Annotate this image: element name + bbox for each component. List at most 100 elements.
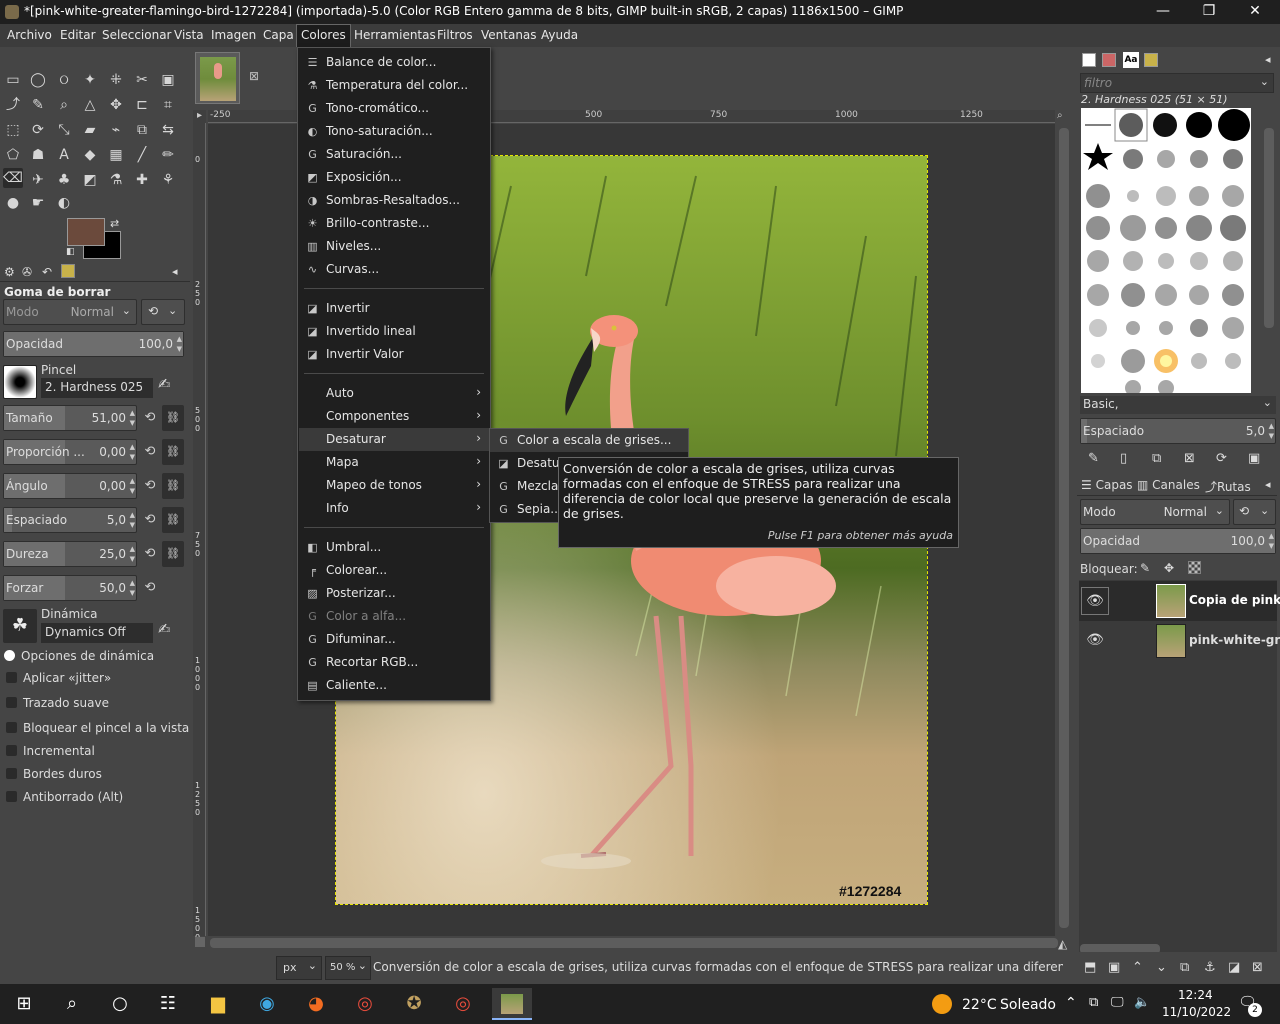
- brush-tag-field[interactable]: Basic, ⌄: [1080, 396, 1276, 414]
- tray-chevron-up-icon[interactable]: ⌃: [1065, 995, 1077, 1011]
- brush-scrollbar[interactable]: [1264, 128, 1274, 328]
- zoom-tool-icon[interactable]: ⌕: [54, 95, 74, 115]
- weather-text[interactable]: Soleado: [1000, 997, 1056, 1013]
- lock-pixels-icon[interactable]: ✎: [1140, 561, 1150, 575]
- hard-edges-checkbox[interactable]: Bordes duros: [6, 767, 102, 781]
- size-reset-icon[interactable]: ⟲: [140, 405, 160, 431]
- spin-arrows-icon[interactable]: ▲ ▼: [177, 334, 182, 354]
- image-tab-thumbnail[interactable]: [195, 52, 240, 104]
- perspective-tool-icon[interactable]: ⧉: [132, 120, 152, 140]
- angle-slider[interactable]: Ángulo 0,00 ▲ ▼: [3, 473, 137, 499]
- spin-arrows-icon[interactable]: ▲ ▼: [130, 510, 135, 530]
- brush-grid[interactable]: [1081, 108, 1251, 396]
- menu-herramientas[interactable]: Herramientas: [350, 27, 440, 45]
- default-colors-icon[interactable]: ◧: [66, 247, 75, 257]
- flip-tool-icon[interactable]: ⇆: [158, 120, 178, 140]
- gimp-taskbar-icon[interactable]: ✪: [394, 988, 434, 1020]
- hardness-slider[interactable]: Dureza 25,0 ▲ ▼: [3, 541, 137, 567]
- unified-transform-tool-icon[interactable]: ⬚: [3, 120, 23, 140]
- spacing-reset-icon[interactable]: ⟲: [140, 507, 160, 533]
- tab-capas[interactable]: ☰ Capas: [1081, 478, 1133, 492]
- dodge-burn-tool-icon[interactable]: ◐: [54, 193, 74, 213]
- tray-app-icon[interactable]: ⧉: [1089, 995, 1098, 1010]
- ratio-reset-icon[interactable]: ⟲: [140, 439, 160, 465]
- clock-date[interactable]: 11/10/2022: [1162, 1005, 1231, 1019]
- lock-alpha-icon[interactable]: [1188, 561, 1201, 574]
- menu-ayuda[interactable]: Ayuda: [537, 27, 582, 45]
- menu-item-caliente[interactable]: ▤ Caliente...: [299, 674, 489, 697]
- shear-tool-icon[interactable]: ▰: [80, 120, 100, 140]
- angle-link-icon[interactable]: ⛓: [162, 473, 184, 499]
- zoom-select[interactable]: 50 % ⌄: [325, 956, 371, 980]
- force-reset-icon[interactable]: ⟲: [140, 575, 160, 601]
- eraser-tool-icon[interactable]: ⌫: [3, 168, 23, 188]
- warp-tool-icon[interactable]: ⌁: [106, 120, 126, 140]
- menu-item-colorear[interactable]: ╒ Colorear...: [299, 559, 489, 582]
- menu-item-posterizar[interactable]: ▨ Posterizar...: [299, 582, 489, 605]
- layer-row[interactable]: 👁 Copia de pink: [1079, 581, 1280, 621]
- brush-spacing-slider[interactable]: Espaciado 5,0 ▲ ▼: [1080, 418, 1276, 444]
- layer-opacity-slider[interactable]: Opacidad 100,0 ▲ ▼: [1080, 528, 1276, 554]
- images-tab-icon[interactable]: [61, 264, 75, 278]
- menu-item-temperatura[interactable]: ⚗ Temperatura del color...: [299, 74, 489, 97]
- layer-name[interactable]: Copia de pink: [1189, 593, 1280, 607]
- spin-arrows-icon[interactable]: ▲ ▼: [130, 476, 135, 496]
- menu-item-invertir[interactable]: ◪ Invertir: [299, 297, 489, 320]
- gradient-tool-icon[interactable]: ▦: [106, 145, 126, 165]
- dock-menu-icon[interactable]: ◂: [1265, 53, 1271, 66]
- zoom-fit-icon[interactable]: ⌕: [1057, 110, 1071, 123]
- menu-item-niveles[interactable]: ▥ Niveles...: [299, 235, 489, 258]
- brush-as-image-icon[interactable]: ▣: [1248, 451, 1260, 466]
- menu-capa[interactable]: Capa: [259, 27, 298, 45]
- new-layer-icon[interactable]: ▣: [1108, 960, 1120, 975]
- device-status-tab-icon[interactable]: ✇: [22, 265, 32, 279]
- navigate-corner-icon[interactable]: [195, 937, 205, 947]
- vertical-scrollbar[interactable]: [1059, 128, 1069, 928]
- edit-brush-icon[interactable]: ✍: [158, 375, 171, 393]
- size-link-icon[interactable]: ⛓: [162, 405, 184, 431]
- spin-arrows-icon[interactable]: ▲ ▼: [130, 578, 135, 598]
- mode-reset-button[interactable]: ⟲ ⌄: [141, 299, 185, 325]
- firefox-icon[interactable]: ◕: [296, 988, 336, 1020]
- menu-item-balance-de-color[interactable]: ☰ Balance de color...: [299, 51, 489, 74]
- dock-menu-icon[interactable]: ◂: [1265, 478, 1271, 491]
- document-history-tab-icon[interactable]: [1144, 53, 1158, 67]
- menu-filtros[interactable]: Filtros: [433, 27, 477, 45]
- menu-item-invertido-lineal[interactable]: ◪ Invertido lineal: [299, 320, 489, 343]
- windows-start-icon[interactable]: ⊞: [4, 988, 44, 1020]
- color-picker-tool-icon[interactable]: ✎: [28, 95, 48, 115]
- menu-ventanas[interactable]: Ventanas: [477, 27, 541, 45]
- mypaint-tool-icon[interactable]: ◩: [80, 170, 100, 190]
- airbrush-tool-icon[interactable]: ✈: [28, 170, 48, 190]
- duplicate-layer-icon[interactable]: ⧉: [1180, 960, 1189, 975]
- tab-canales[interactable]: ▥ Canales: [1137, 478, 1200, 492]
- task-view-icon[interactable]: ☷: [148, 988, 188, 1020]
- scissors-tool-icon[interactable]: ✂: [132, 70, 152, 90]
- tab-menu-icon[interactable]: ◂: [172, 265, 178, 278]
- pencil-tool-icon[interactable]: ✏: [158, 145, 178, 165]
- paintbrush-tool-icon[interactable]: ╱: [132, 145, 152, 165]
- paths-tool-icon[interactable]: ⤴: [3, 95, 23, 115]
- fuzzy-select-tool-icon[interactable]: ✦: [80, 70, 100, 90]
- foreground-color-swatch[interactable]: [67, 218, 105, 246]
- incremental-checkbox[interactable]: Incremental: [6, 744, 95, 758]
- swap-colors-icon[interactable]: ⇄: [110, 217, 119, 230]
- rotate-tool-icon[interactable]: ⟳: [28, 120, 48, 140]
- spin-arrows-icon[interactable]: ▲ ▼: [130, 408, 135, 428]
- menu-item-tono-cromatico[interactable]: G Tono-cromático...: [299, 97, 489, 120]
- duplicate-brush-icon[interactable]: ⧉: [1152, 451, 1161, 466]
- lock-position-icon[interactable]: ✥: [1164, 561, 1174, 575]
- dynamics-options-expander[interactable]: Opciones de dinámica: [4, 649, 154, 663]
- menu-vista[interactable]: Vista: [170, 27, 208, 45]
- edit-brush-dock-icon[interactable]: ✎: [1088, 451, 1099, 466]
- tab-rutas[interactable]: ⤴Rutas: [1205, 478, 1251, 495]
- unit-select[interactable]: px ⌄: [276, 956, 322, 980]
- layer-mode-reset[interactable]: ⟲ ⌄: [1233, 499, 1276, 525]
- menu-item-invertir-valor[interactable]: ◪ Invertir Valor: [299, 343, 489, 366]
- edit-dynamics-icon[interactable]: ✍: [158, 620, 171, 638]
- rect-select-tool-icon[interactable]: ▭: [3, 70, 23, 90]
- measure-tool-icon[interactable]: △: [80, 95, 100, 115]
- menu-item-componentes[interactable]: Componentes ›: [299, 405, 489, 428]
- menu-imagen[interactable]: Imagen: [207, 27, 260, 45]
- delete-layer-icon[interactable]: ⊠: [1252, 960, 1263, 975]
